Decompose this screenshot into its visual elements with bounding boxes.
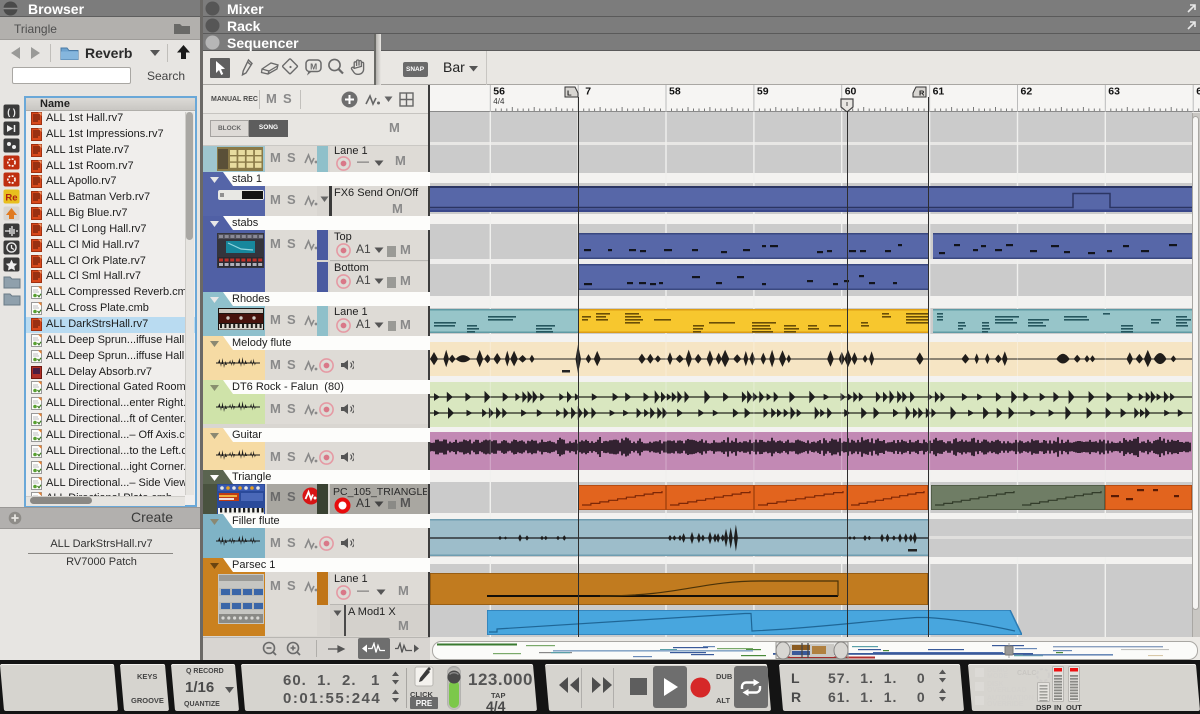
svg-text:64: 64	[1196, 86, 1200, 98]
svg-text:( ): ( )	[7, 107, 16, 117]
svg-text:Re: Re	[5, 193, 17, 204]
svg-text:M: M	[310, 62, 317, 72]
